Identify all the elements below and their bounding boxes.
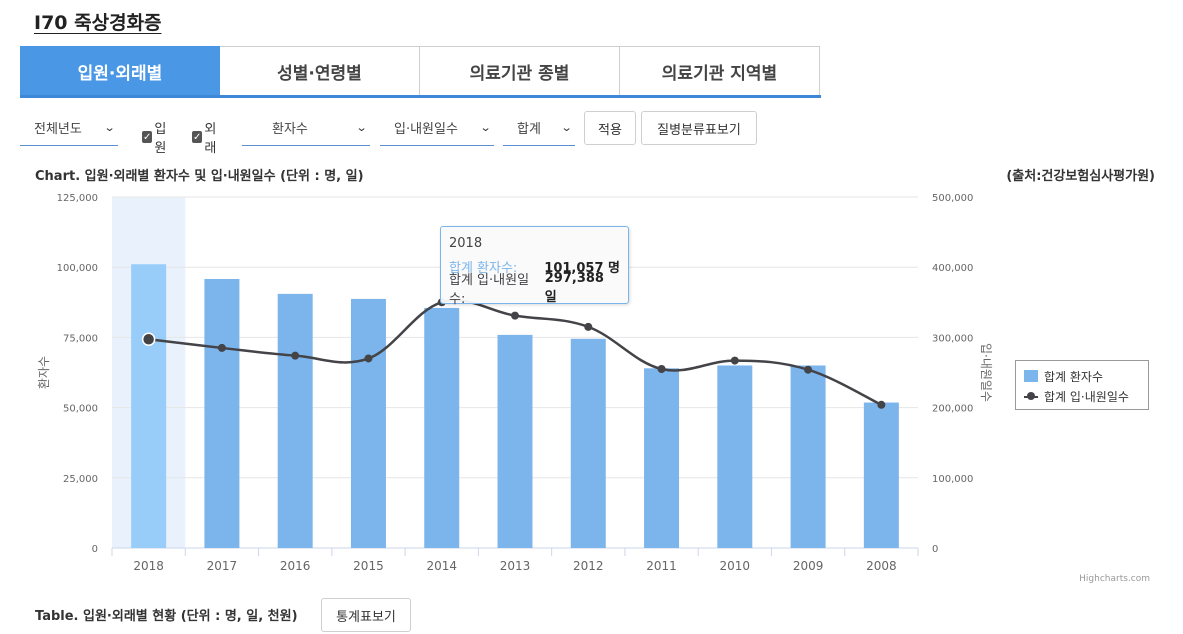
chart-tooltip: 2018 합계 환자수: 101,057 명 합계 입·내원일수: 297,38…	[440, 226, 629, 307]
chevron-down-icon: ⌄	[355, 121, 368, 134]
right-axis-tick-label: 200,000	[932, 404, 973, 415]
bar-patients	[497, 334, 533, 548]
tab-bar: 입원·외래별 성별·연령별 의료기관 종별 의료기관 지역별	[20, 46, 821, 98]
tab-inpatient-outpatient[interactable]: 입원·외래별	[20, 46, 220, 95]
right-axis-tick-label: 300,000	[932, 333, 973, 344]
legend-line-swatch	[1024, 390, 1038, 402]
tab-institution-region[interactable]: 의료기관 지역별	[620, 46, 820, 95]
legend-item-patients[interactable]: 합계 환자수	[1024, 366, 1140, 386]
point-days	[584, 322, 593, 331]
right-axis-tick-label: 100,000	[932, 474, 973, 485]
bar-patients	[570, 338, 606, 548]
metric1-select-label: 환자수	[272, 122, 308, 137]
bar-patients	[204, 278, 240, 548]
inpatient-label: 입원	[154, 122, 167, 156]
year-select-label: 전체년도	[34, 122, 82, 137]
right-axis-tick-label: 500,000	[932, 193, 973, 204]
left-axis-tick-label: 75,000	[63, 333, 98, 344]
legend-label-days: 합계 입·내원일수	[1044, 389, 1129, 404]
right-axis-title: 입·내원일수	[979, 343, 993, 402]
bar-patients	[131, 264, 167, 548]
point-days	[141, 332, 156, 346]
chart-legend: 합계 환자수 합계 입·내원일수	[1015, 360, 1149, 410]
chevron-down-icon: ⌄	[560, 121, 573, 134]
chevron-down-icon: ⌄	[479, 121, 492, 134]
inpatient-checkbox[interactable]: ✓ 입원	[142, 118, 168, 156]
x-axis-tick-label: 2010	[720, 559, 751, 573]
table-title: Table. 입원·외래별 현황 (단위 : 명, 일, 천원)	[35, 609, 298, 624]
point-days	[657, 364, 666, 373]
x-axis-tick-label: 2011	[646, 559, 677, 573]
tooltip-year: 2018	[449, 236, 483, 251]
tooltip-days-value: 297,388 일	[544, 270, 604, 305]
tab-sex-age[interactable]: 성별·연령별	[220, 46, 420, 95]
outpatient-label: 외래	[204, 122, 217, 156]
x-axis-tick-label: 2018	[133, 559, 164, 573]
metric2-select-label: 입·내원일수	[394, 122, 458, 137]
checkmark-icon: ✓	[192, 131, 203, 143]
page-title: I70 죽상경화증	[34, 12, 162, 34]
bar-patients	[863, 402, 899, 548]
legend-bar-swatch	[1024, 370, 1038, 382]
highcharts-credit[interactable]: Highcharts.com	[1079, 574, 1150, 584]
bar-patients	[717, 365, 753, 548]
right-axis-tick-label: 0	[932, 544, 938, 555]
chart-source: (출처:건강보험심사평가원)	[1006, 169, 1155, 184]
x-axis-tick-label: 2014	[426, 559, 457, 573]
tooltip-days-label: 합계 입·내원일수:	[449, 272, 530, 307]
tab-institution-type[interactable]: 의료기관 종별	[420, 46, 620, 95]
x-axis-tick-label: 2016	[280, 559, 311, 573]
year-select[interactable]: 전체년도 ⌄	[20, 110, 118, 146]
bar-patients	[424, 307, 460, 548]
point-days	[217, 343, 226, 352]
right-axis-tick-label: 400,000	[932, 263, 973, 274]
chevron-down-icon: ⌄	[103, 121, 116, 134]
left-axis-tick-label: 100,000	[57, 263, 98, 274]
left-axis-title: 환자수	[37, 356, 51, 389]
x-axis-tick-label: 2008	[866, 559, 897, 573]
disease-classification-button[interactable]: 질병분류표보기	[641, 111, 757, 145]
left-axis-tick-label: 0	[92, 544, 98, 555]
x-axis-tick-label: 2013	[500, 559, 531, 573]
bar-patients	[350, 298, 386, 548]
point-days	[804, 365, 813, 374]
left-axis-tick-label: 125,000	[57, 193, 98, 204]
point-days	[291, 351, 300, 360]
bar-patients	[277, 293, 313, 548]
checkmark-icon: ✓	[142, 131, 153, 143]
point-days	[364, 354, 373, 363]
outpatient-checkbox[interactable]: ✓ 외래	[192, 118, 218, 156]
total-select-label: 합계	[517, 122, 541, 137]
point-days	[511, 311, 519, 320]
x-axis-tick-label: 2017	[207, 559, 238, 573]
left-axis-tick-label: 25,000	[63, 474, 98, 485]
metric1-select[interactable]: 환자수 ⌄	[242, 110, 370, 146]
legend-label-patients: 합계 환자수	[1044, 369, 1104, 384]
stats-table-button[interactable]: 통계표보기	[321, 598, 411, 632]
bar-patients	[790, 365, 826, 548]
left-axis-tick-label: 50,000	[63, 404, 98, 415]
point-days	[730, 356, 739, 365]
apply-button[interactable]: 적용	[584, 111, 636, 145]
bar-patients	[644, 368, 680, 548]
x-axis-tick-label: 2009	[793, 559, 824, 573]
metric2-select[interactable]: 입·내원일수 ⌄	[380, 110, 494, 146]
legend-item-days[interactable]: 합계 입·내원일수	[1024, 386, 1140, 406]
total-select[interactable]: 합계 ⌄	[503, 110, 575, 146]
chart-title: Chart. 입원·외래별 환자수 및 입·내원일수 (단위 : 명, 일)	[35, 169, 364, 184]
point-days	[877, 400, 886, 409]
x-axis-tick-label: 2012	[573, 559, 604, 573]
x-axis-tick-label: 2015	[353, 559, 384, 573]
